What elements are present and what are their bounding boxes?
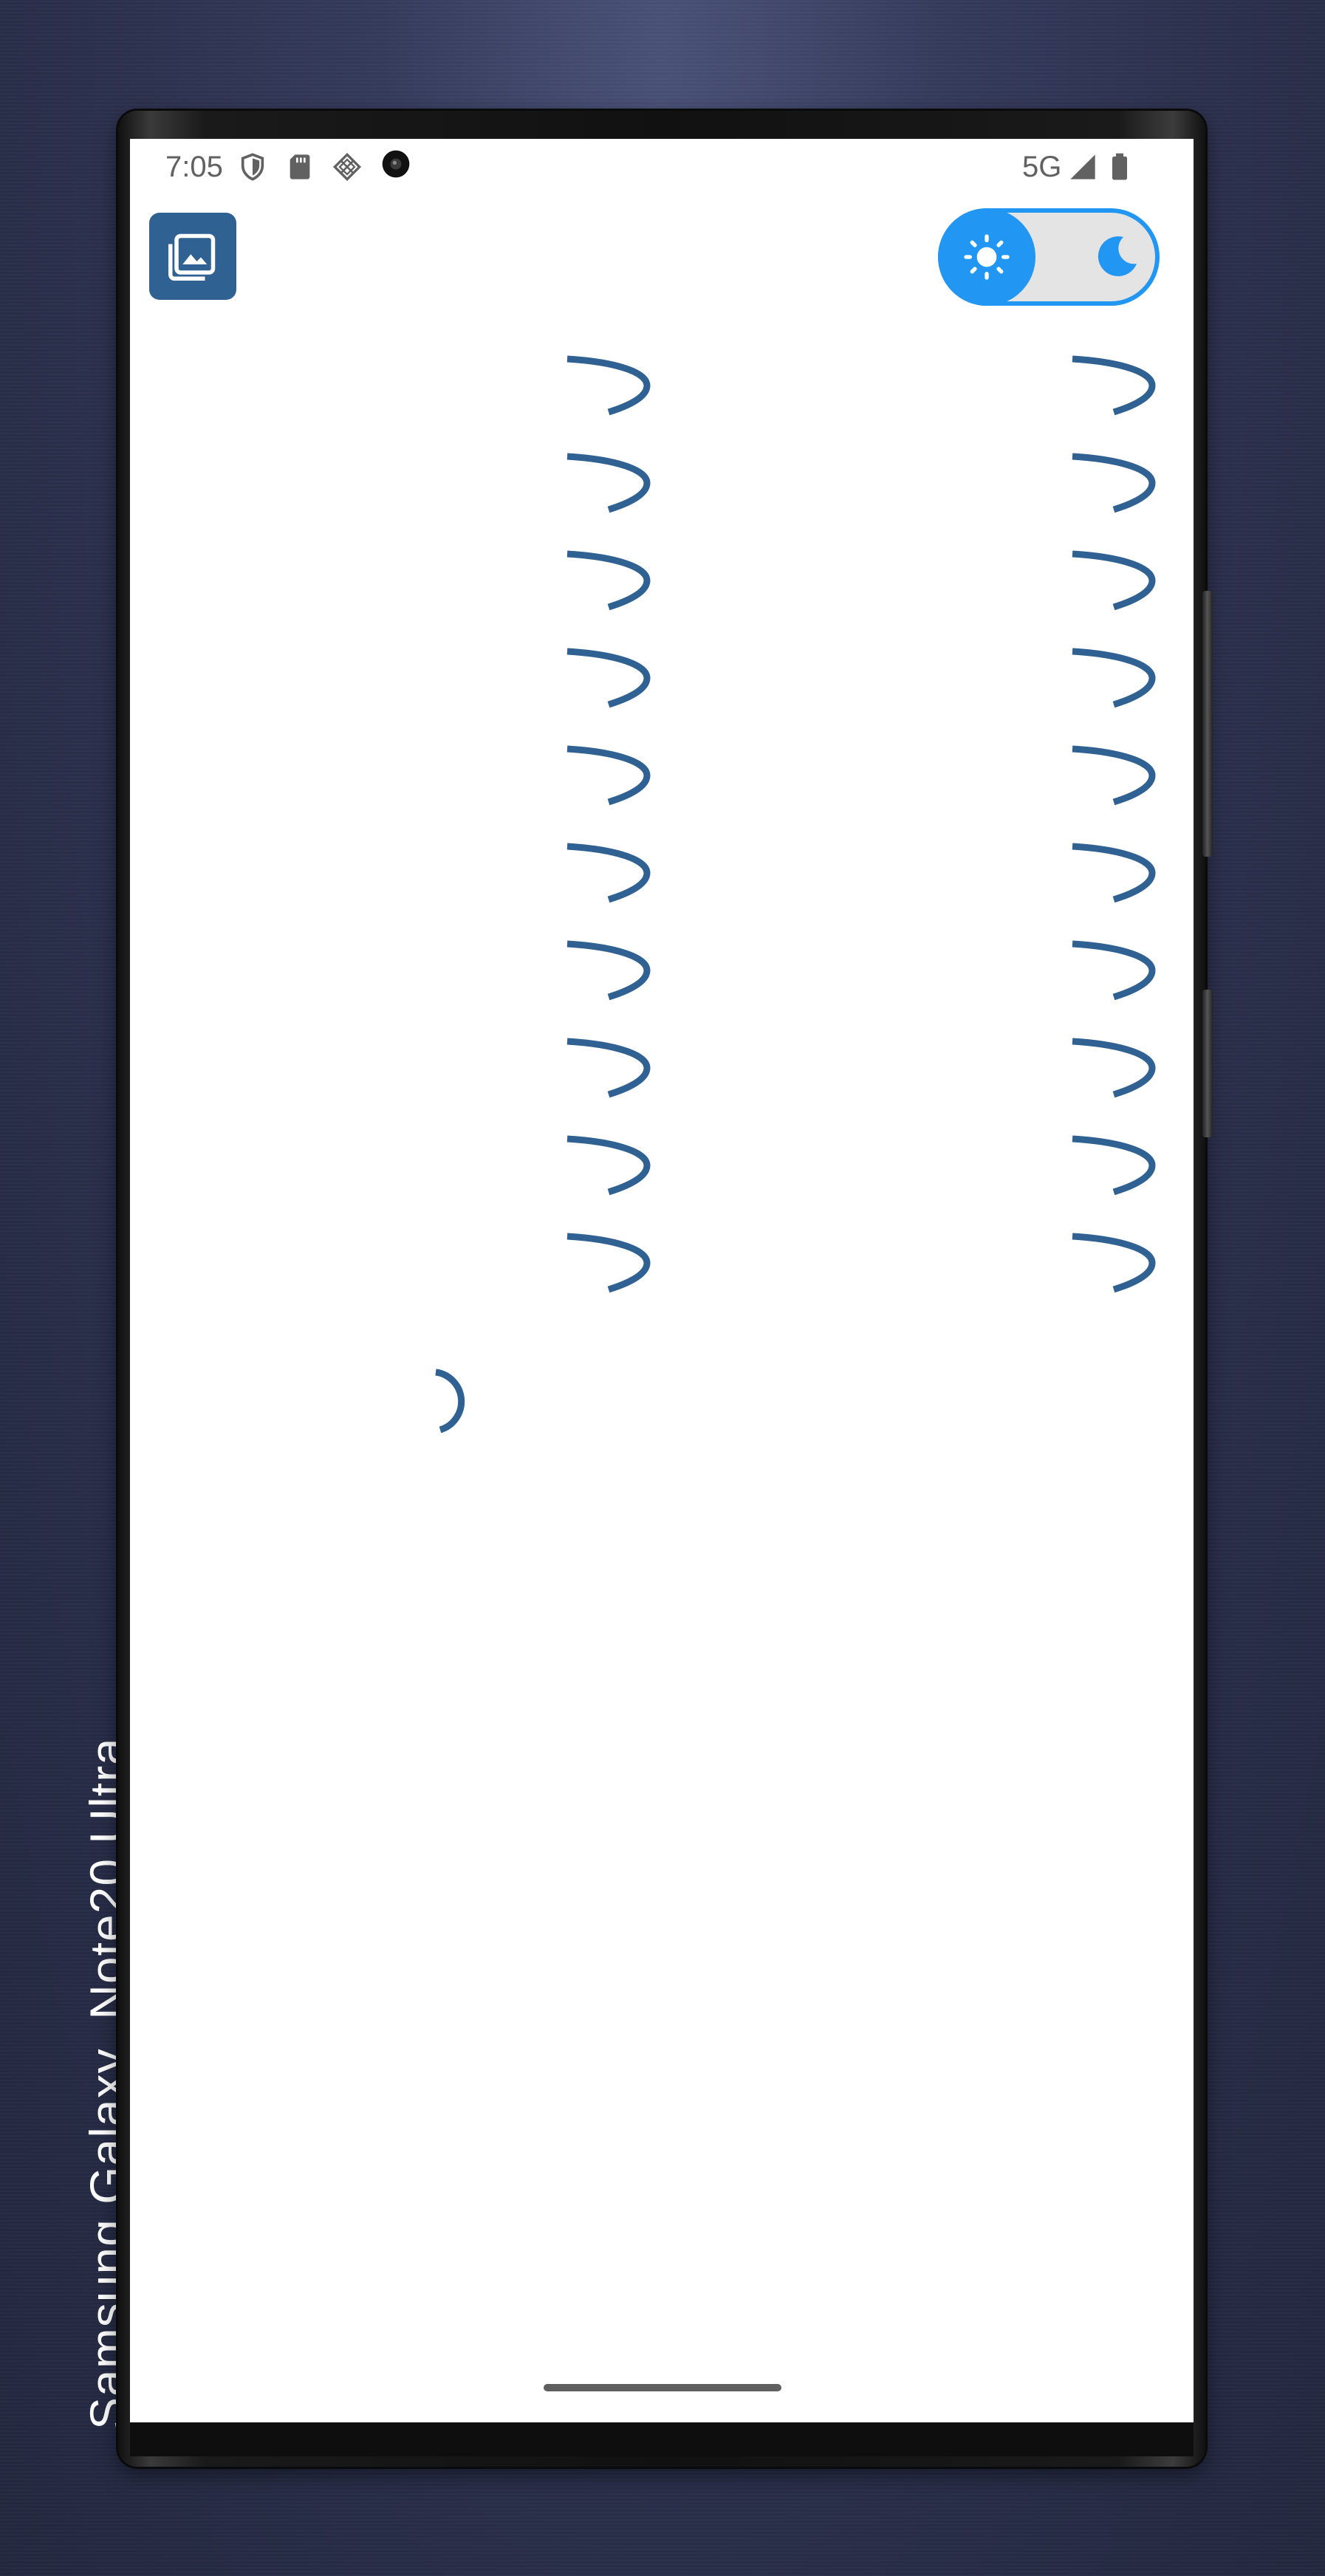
home-indicator[interactable]: [544, 2384, 781, 2391]
loading-spinner-icon: [1072, 1038, 1156, 1098]
progress-spinner-icon: [435, 1368, 465, 1433]
loading-spinner-icon: [1072, 940, 1156, 1001]
loading-spinner-icon: [566, 1233, 651, 1293]
loading-spinner-icon: [1072, 1135, 1156, 1196]
toggle-knob: [938, 208, 1035, 306]
status-time: 7:05: [165, 151, 223, 183]
sd-card-icon: [290, 154, 310, 179]
camera-cutout: [382, 150, 410, 178]
loading-spinner-icon: [566, 453, 651, 513]
sun-icon: [964, 234, 1010, 280]
loading-spinner-icon: [566, 550, 651, 611]
theme-toggle[interactable]: [938, 208, 1160, 306]
battery-icon: [1112, 153, 1127, 180]
shield-icon: [241, 153, 264, 181]
loading-spinner-icon: [1072, 550, 1156, 611]
diamond-grid-icon: [332, 152, 362, 182]
power-button: [1202, 990, 1213, 1137]
volume-button: [1202, 591, 1213, 857]
screen-bottom-bezel: [130, 2422, 1194, 2456]
signal-icon: [1070, 154, 1095, 179]
app-screen: 7:05 5G: [130, 139, 1194, 2422]
status-bar: 7:05 5G: [130, 139, 1194, 191]
network-type: 5G: [1022, 151, 1062, 183]
loading-spinner-icon: [566, 1135, 651, 1196]
loading-spinner-icon: [566, 940, 651, 1001]
moon-icon: [1098, 236, 1137, 277]
loading-spinner-icon: [566, 745, 651, 806]
loading-spinner-icon: [1072, 1233, 1156, 1293]
loading-spinner-icon: [1072, 843, 1156, 903]
loading-spinner-icon: [1072, 453, 1156, 513]
loading-spinner-icon: [566, 355, 651, 416]
loading-spinner-icon: [566, 843, 651, 903]
gallery-button[interactable]: [149, 213, 236, 300]
loading-spinner-icon: [566, 648, 651, 708]
loading-spinner-icon: [566, 1038, 651, 1098]
loading-spinner-icon: [1072, 355, 1156, 416]
loading-spinner-icon: [1072, 745, 1156, 806]
loading-spinner-icon: [1072, 648, 1156, 708]
photo-library-icon: [168, 233, 216, 281]
